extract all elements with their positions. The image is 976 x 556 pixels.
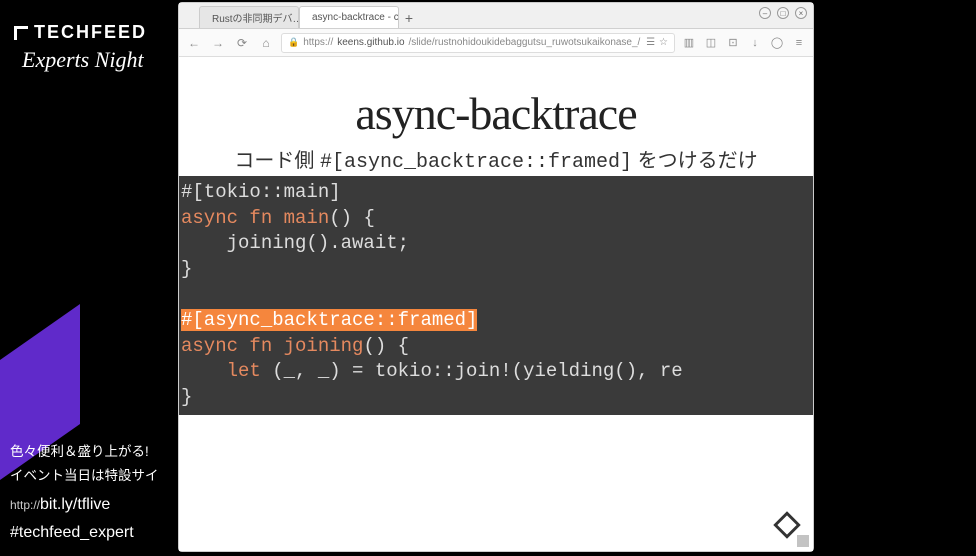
code-keyword: let — [227, 360, 261, 382]
lock-icon: 🔒 — [288, 37, 299, 48]
code-line: } — [181, 386, 192, 408]
back-button[interactable]: ← — [185, 34, 203, 52]
code-fn: main — [284, 207, 330, 229]
subtitle-post: をつけるだけ — [632, 150, 758, 172]
footer-hashtag: #techfeed_expert — [10, 524, 159, 542]
code-line: joining().await; — [181, 232, 409, 254]
forward-button[interactable]: → — [209, 34, 227, 52]
brand-subtitle: Experts Night — [0, 47, 178, 73]
browser-tab-active[interactable]: async-backtrace - c × — [299, 6, 399, 28]
bookmark-icon[interactable]: ☆ — [659, 37, 668, 48]
logo-bracket-icon — [14, 26, 28, 40]
link-text: bit.ly/tflive — [40, 496, 110, 513]
footer-line-2: イベント当日は特設サイ — [10, 464, 159, 484]
code-keyword: fn — [238, 207, 284, 229]
url-path: /slide/rustnohidoukidebaggutsu_ruwotsuka… — [409, 37, 641, 48]
code-keyword: fn — [238, 335, 284, 357]
menu-icon[interactable]: ≡ — [791, 37, 807, 49]
code-line: } — [181, 258, 192, 280]
slide-title: async-backtrace — [179, 87, 813, 140]
code-fn: joining — [284, 335, 364, 357]
link-prefix: http:// — [10, 498, 40, 512]
minimize-button[interactable]: – — [759, 7, 771, 19]
url-host: keens.github.io — [337, 37, 404, 48]
sidebar-footer: 色々便利＆盛り上がる! イベント当日は特設サイ http://bit.ly/tf… — [10, 440, 159, 542]
reload-button[interactable]: ⟳ — [233, 34, 251, 52]
browser-window: – □ × Rustの非同期デバ… × async-backtrace - c … — [178, 2, 814, 552]
home-button[interactable]: ⌂ — [257, 34, 275, 52]
fullscreen-icon[interactable] — [797, 535, 809, 547]
close-button[interactable]: × — [795, 7, 807, 19]
new-tab-button[interactable]: + — [399, 8, 419, 28]
reader-icon[interactable]: ☰ — [646, 37, 655, 48]
tab-label: async-backtrace - c — [312, 12, 399, 23]
code-block: #[tokio::main] async fn main() { joining… — [179, 176, 813, 415]
code-text — [181, 360, 227, 382]
toolbar-icon[interactable]: ▥ — [681, 36, 697, 49]
url-input[interactable]: 🔒 https:// keens.github.io/slide/rustnohi… — [281, 33, 675, 53]
code-text: () { — [329, 207, 375, 229]
maximize-button[interactable]: □ — [777, 7, 789, 19]
subtitle-pre: コード側 — [234, 150, 320, 172]
download-icon[interactable]: ↓ — [747, 37, 763, 49]
footer-link: http://bit.ly/tflive — [10, 496, 159, 514]
code-line: #[tokio::main] — [181, 181, 341, 203]
code-text: (_, _) = tokio::join!(yielding(), re — [261, 360, 683, 382]
browser-tab[interactable]: Rustの非同期デバ… × — [199, 6, 299, 28]
code-text: () { — [363, 335, 409, 357]
toolbar-icon[interactable]: ⊡ — [725, 36, 741, 49]
event-sidebar: TECHFEED Experts Night 色々便利＆盛り上がる! イベント当… — [0, 0, 178, 556]
subtitle-code: #[async_backtrace::framed] — [320, 151, 632, 174]
tab-label: Rustの非同期デバ… — [212, 10, 299, 25]
window-controls: – □ × — [759, 7, 807, 19]
shield-icon[interactable]: ◯ — [769, 36, 785, 49]
toolbar-icon[interactable]: ◫ — [703, 36, 719, 49]
code-highlighted: #[async_backtrace::framed] — [181, 309, 477, 331]
brand-name: TECHFEED — [34, 22, 147, 43]
code-keyword: async — [181, 207, 238, 229]
tab-bar: Rustの非同期デバ… × async-backtrace - c × + — [179, 3, 813, 29]
address-bar: ← → ⟳ ⌂ 🔒 https:// keens.github.io/slide/… — [179, 29, 813, 57]
code-keyword: async — [181, 335, 238, 357]
brand-logo: TECHFEED — [0, 0, 178, 49]
url-protocol: https:// — [303, 37, 333, 48]
page-content: async-backtrace コード側 #[async_backtrace::… — [179, 57, 813, 551]
slide-subtitle: コード側 #[async_backtrace::framed] をつけるだけ — [179, 144, 813, 174]
footer-line-1: 色々便利＆盛り上がる! — [10, 440, 159, 460]
